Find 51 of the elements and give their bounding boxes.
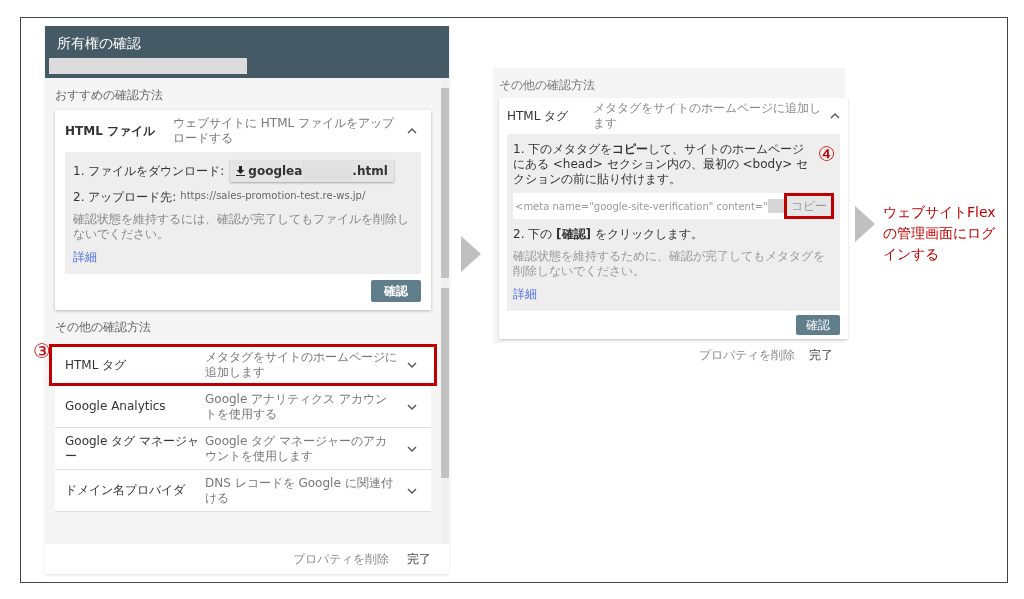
chevron-down-icon[interactable] (407, 362, 417, 368)
section-heading: その他の確認方法 (499, 77, 596, 94)
chevron-down-icon[interactable] (407, 445, 417, 452)
chevron-up-icon[interactable] (407, 128, 417, 134)
triangle-arrow-icon (461, 236, 481, 272)
done-button[interactable]: 完了 (809, 346, 833, 364)
chevron-down-icon[interactable] (407, 487, 417, 494)
step-text: 1. 下のメタタグをコピーして、サイトのホームページにある <head> セクション内の、最初の <body> セクションの前に貼り付けます。 (513, 142, 810, 187)
method-description: メタタグをサイトのホームページに追加します (205, 350, 397, 380)
note-text: 確認状態を維持するには、確認が完了してもファイルを削除しないでください。 (73, 212, 410, 242)
caption-text: ウェブサイトFlexの管理画面にログインする (883, 203, 997, 264)
note-text: 確認状態を維持するために、確認が完了してもメタタグを削除しないでください。 (513, 249, 826, 279)
method-name: Google Analytics (65, 399, 167, 414)
redacted-bar (767, 199, 784, 213)
copy-button[interactable]: コピー (783, 193, 834, 219)
details-link[interactable]: 詳細 (513, 285, 537, 303)
dialog-title: 所有権の確認 (57, 36, 142, 50)
section-heading: おすすめの確認方法 (55, 87, 164, 104)
method-row[interactable]: ドメイン名プロバイダ DNS レコードを Google に関連付ける (55, 470, 431, 512)
method-name: Google タグ マネージャー (65, 433, 200, 464)
chevron-up-icon[interactable] (829, 113, 840, 119)
method-name: HTML タグ (507, 108, 570, 125)
step-marker: ④ (817, 144, 836, 164)
method-row[interactable]: Google タグ マネージャー Google タグ マネージャーのアカウントを使用します (55, 428, 431, 470)
confirm-button[interactable]: 確認 (795, 315, 840, 335)
section-heading: その他の確認方法 (55, 319, 152, 336)
meta-tag-field[interactable]: <meta name="google-site-verification" content=" コピー (513, 193, 834, 219)
download-button[interactable]: googlea .html (230, 160, 394, 182)
upload-url: https://sales-promotion-test.re-ws.jp/ (180, 189, 366, 203)
done-button[interactable]: 完了 (407, 550, 431, 568)
step-marker: ③ (33, 341, 51, 361)
method-description: ウェブサイトに HTML ファイルをアップロードする (173, 116, 396, 146)
method-row[interactable]: HTML タグ メタタグをサイトのホームページに追加します (49, 344, 437, 386)
confirm-button[interactable]: 確認 (371, 280, 421, 302)
details-link[interactable]: 詳細 (73, 248, 97, 266)
download-icon (236, 166, 246, 176)
method-description: Google タグ マネージャーのアカウントを使用します (205, 433, 388, 464)
method-name: ドメイン名プロバイダ (65, 483, 186, 498)
method-name: HTML タグ (65, 357, 128, 373)
method-description: DNS レコードを Google に関連付ける (205, 475, 394, 506)
step-text: 1. ファイルをダウンロード: (73, 163, 225, 180)
method-description: Google アナリティクス アカウントを使用する (205, 391, 388, 422)
triangle-arrow-icon (855, 206, 875, 242)
method-name: HTML ファイル (65, 123, 156, 140)
step-text: 2. アップロード先: (73, 189, 177, 206)
step-text: 2. 下の [確認] をクリックします。 (513, 226, 704, 243)
delete-property-button[interactable]: プロパティを削除 (293, 550, 389, 568)
delete-property-button[interactable]: プロパティを削除 (699, 346, 795, 364)
method-description: メタタグをサイトのホームページに追加します (593, 101, 822, 131)
chevron-down-icon[interactable] (407, 403, 417, 410)
method-row[interactable]: Google Analytics Google アナリティクス アカウントを使用する (55, 386, 431, 428)
